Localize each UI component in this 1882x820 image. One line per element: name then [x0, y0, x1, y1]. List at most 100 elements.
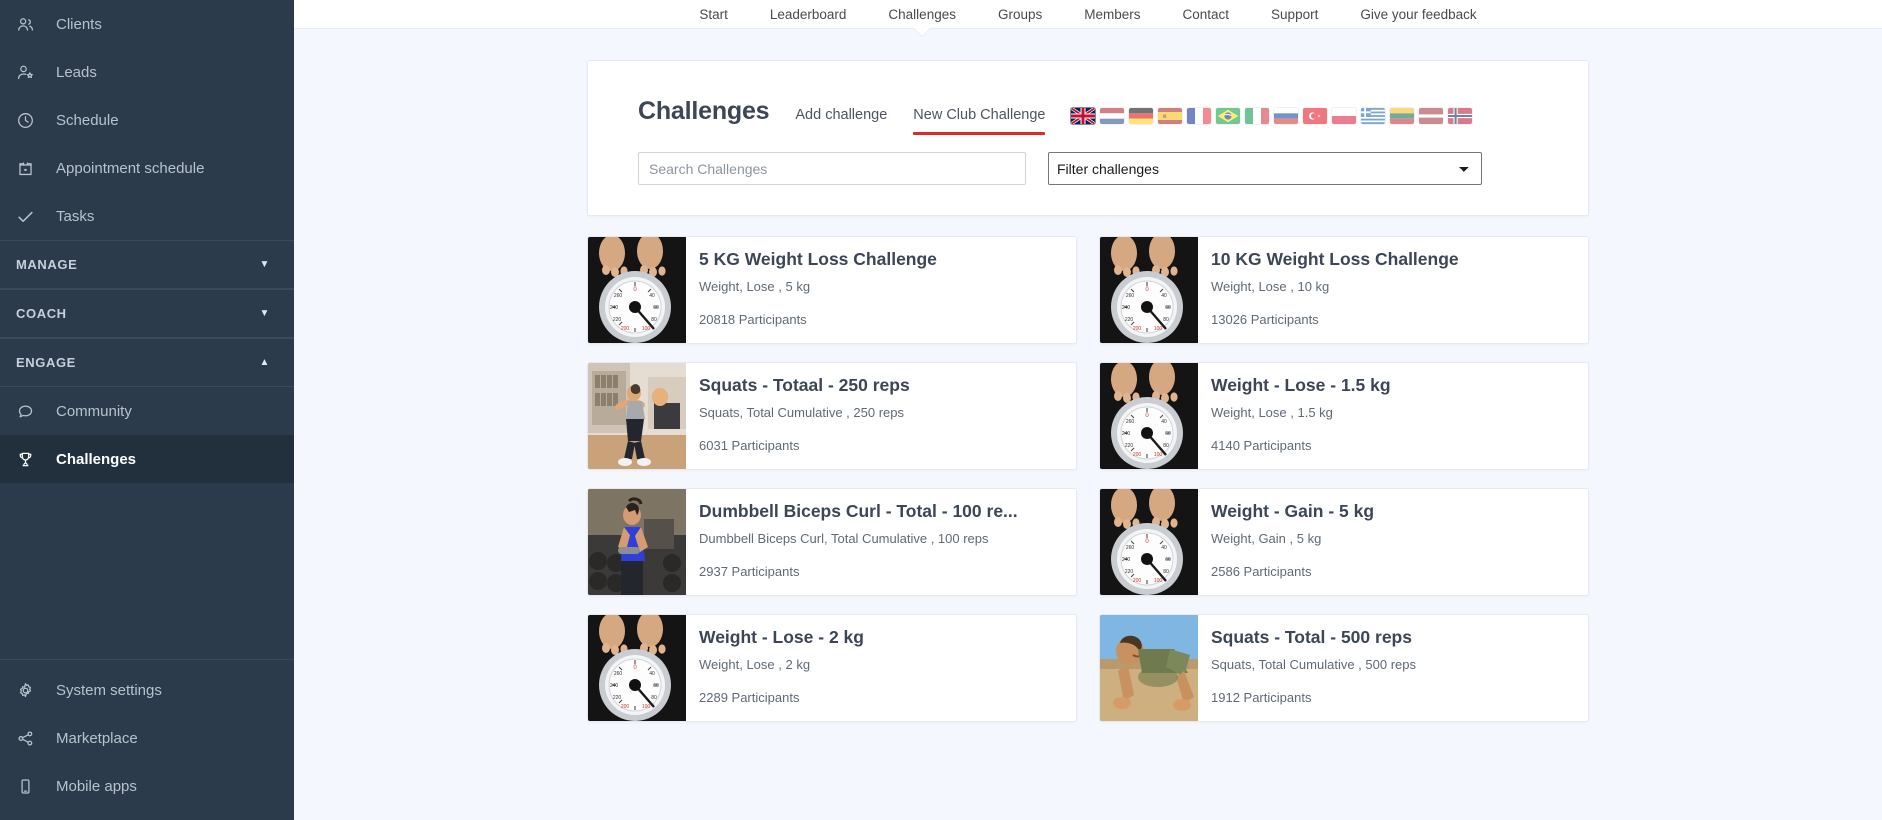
challenge-card[interactable]: Squats - Total - 500 reps Squats, Total C…: [1099, 614, 1589, 722]
sidebar-item-label: System settings: [56, 681, 162, 699]
flag-russia[interactable]: [1274, 108, 1299, 124]
sidebar-item-clients[interactable]: Clients: [0, 0, 294, 48]
sidebar-item-schedule[interactable]: Schedule: [0, 96, 294, 144]
flag-poland[interactable]: [1332, 108, 1357, 124]
flag-spain[interactable]: [1158, 108, 1183, 124]
challenge-participants: 1912 Participants: [1211, 690, 1312, 705]
sidebar-top-section: Clients Leads Schedule Appointment schedule…: [0, 0, 294, 240]
sidebar-item-label: Mobile apps: [56, 777, 137, 795]
challenge-subtitle: Squats, Total Cumulative , 250 reps: [699, 404, 904, 420]
flag-lithuania[interactable]: [1390, 108, 1415, 124]
challenge-subtitle: Weight, Lose , 1.5 kg: [1211, 404, 1333, 420]
calendar-icon: [16, 159, 50, 178]
svg-text:80: 80: [651, 695, 657, 701]
search-input[interactable]: [638, 152, 1026, 185]
challenge-participants: 4140 Participants: [1211, 438, 1312, 453]
flag-uk[interactable]: [1071, 108, 1096, 124]
user-star-icon: [16, 63, 50, 82]
challenges-header-card: Challenges Add challenge New Club Challe…: [587, 60, 1589, 216]
sidebar-item-system-settings[interactable]: System settings: [0, 666, 294, 714]
topnav-item-give-your-feedback[interactable]: Give your feedback: [1339, 7, 1497, 22]
challenge-thumbnail: 0 260 40 240 60 220 80 200 100: [1100, 489, 1198, 595]
challenge-card[interactable]: 0 260 40 240 60 220 80 200 100 10 KG Wei…: [1099, 236, 1589, 344]
flag-greece[interactable]: [1361, 108, 1386, 124]
challenge-title: Weight - Lose - 1.5 kg: [1211, 375, 1391, 395]
svg-text:220: 220: [613, 695, 622, 701]
flag-germany[interactable]: [1129, 108, 1154, 124]
sidebar-item-appointment-schedule[interactable]: Appointment schedule: [0, 144, 294, 192]
svg-text:100: 100: [1154, 326, 1163, 332]
topnav-item-contact[interactable]: Contact: [1162, 7, 1251, 22]
flag-latvia[interactable]: [1419, 108, 1444, 124]
challenge-thumbnail: [588, 489, 686, 595]
sidebar-item-label: Marketplace: [56, 729, 138, 747]
sidebar-item-mobile-apps[interactable]: Mobile apps: [0, 762, 294, 810]
sidebar-group-label: ENGAGE: [16, 355, 76, 370]
flag-norway[interactable]: [1448, 108, 1473, 124]
topnav-item-groups[interactable]: Groups: [977, 7, 1063, 22]
topnav-item-leaderboard[interactable]: Leaderboard: [749, 7, 868, 22]
challenge-card[interactable]: 0 260 40 240 60 220 80 200 100 Weight - …: [587, 614, 1077, 722]
challenge-card[interactable]: Dumbbell Biceps Curl - Total - 100 re...…: [587, 488, 1077, 596]
users-icon: [16, 15, 50, 34]
sidebar-item-marketplace[interactable]: Marketplace: [0, 714, 294, 762]
svg-text:200: 200: [621, 326, 630, 332]
topnav-item-challenges[interactable]: Challenges: [867, 7, 977, 22]
sidebar-item-leads[interactable]: Leads: [0, 48, 294, 96]
sidebar-group-coach[interactable]: COACH ▼: [0, 289, 294, 338]
svg-text:60: 60: [653, 683, 659, 689]
filter-challenges-select[interactable]: Filter challenges: [1048, 152, 1482, 185]
svg-text:40: 40: [649, 671, 655, 677]
new-club-challenge-link[interactable]: New Club Challenge: [913, 107, 1046, 135]
challenge-subtitle: Weight, Lose , 5 kg: [699, 278, 811, 294]
challenge-participants: 6031 Participants: [699, 438, 800, 453]
svg-text:60: 60: [653, 305, 659, 311]
svg-text:220: 220: [613, 317, 622, 323]
challenge-thumbnail: [1100, 615, 1198, 721]
challenge-card[interactable]: 0 260 40 240 60 220 80 200 100 5 KG Weig…: [587, 236, 1077, 344]
chevron-down-icon: ▼: [259, 258, 270, 270]
challenge-card[interactable]: Squats - Totaal - 250 reps Squats, Total …: [587, 362, 1077, 470]
sidebar-group-engage[interactable]: ENGAGE ▲: [0, 338, 294, 387]
challenge-card[interactable]: 0 260 40 240 60 220 80 200 100 Weight - …: [1099, 488, 1589, 596]
top-navigation: Start Leaderboard Challenges Groups Members C…: [294, 0, 1882, 29]
svg-text:260: 260: [1126, 293, 1135, 299]
challenge-participants: 13026 Participants: [1211, 312, 1319, 327]
svg-text:200: 200: [1133, 326, 1142, 332]
svg-text:260: 260: [1126, 419, 1135, 425]
add-challenge-link[interactable]: Add challenge: [795, 107, 887, 126]
sidebar-group-manage[interactable]: MANAGE ▼: [0, 240, 294, 289]
sidebar-item-challenges[interactable]: Challenges: [0, 435, 294, 483]
topnav-item-members[interactable]: Members: [1063, 7, 1161, 22]
topnav-item-start[interactable]: Start: [678, 7, 749, 22]
svg-text:60: 60: [1165, 431, 1171, 437]
challenge-grid: 0 260 40 240 60 220 80 200 100 5 KG Weig…: [587, 236, 1589, 722]
svg-text:220: 220: [1125, 317, 1134, 323]
clock-icon: [16, 111, 50, 130]
sidebar-item-label: Appointment schedule: [56, 159, 205, 177]
flag-turkey[interactable]: [1303, 108, 1328, 124]
sidebar-group-label: MANAGE: [16, 257, 78, 272]
challenge-subtitle: Weight, Lose , 10 kg: [1211, 278, 1330, 294]
sidebar-item-tasks[interactable]: Tasks: [0, 192, 294, 240]
chat-bubble-icon: [16, 402, 50, 421]
sidebar-bottom-section: System settings Marketplace Mobile apps: [0, 660, 294, 820]
svg-text:100: 100: [1154, 578, 1163, 584]
challenge-card[interactable]: 0 260 40 240 60 220 80 200 100 Weight - …: [1099, 362, 1589, 470]
flag-netherlands[interactable]: [1100, 108, 1125, 124]
filter-row: Filter challenges: [638, 152, 1538, 185]
flag-italy[interactable]: [1245, 108, 1270, 124]
challenge-card-body: Squats - Totaal - 250 reps Squats, Total …: [686, 363, 1076, 469]
challenge-thumbnail: 0 260 40 240 60 220 80 200 100: [588, 615, 686, 721]
flag-brazil[interactable]: [1216, 108, 1241, 124]
chevron-up-icon: ▲: [259, 356, 270, 368]
flag-france[interactable]: [1187, 108, 1212, 124]
svg-text:80: 80: [1163, 443, 1169, 449]
svg-text:200: 200: [1133, 578, 1142, 584]
sidebar-item-community[interactable]: Community: [0, 387, 294, 435]
challenge-participants: 2937 Participants: [699, 564, 800, 579]
svg-text:260: 260: [614, 671, 623, 677]
sidebar-item-label: Clients: [56, 15, 102, 33]
topnav-item-support[interactable]: Support: [1250, 7, 1339, 22]
